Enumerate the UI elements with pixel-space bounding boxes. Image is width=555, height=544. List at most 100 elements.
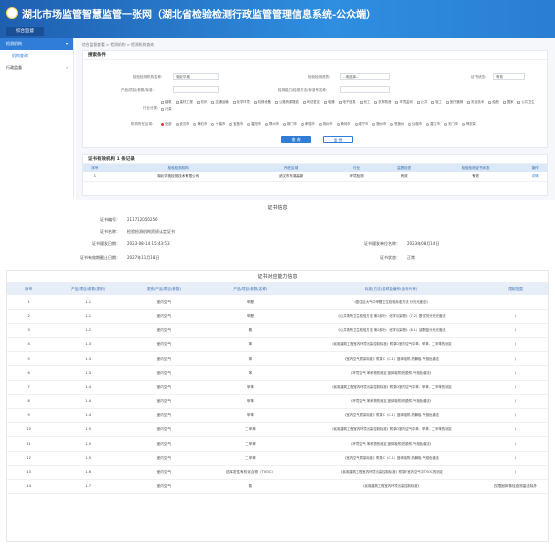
table-row[interactable]: 1 湖北华奥检测技术有限公司 武汉市东湖高新 环境检测 有效 有效 详情 xyxy=(83,172,547,182)
domain-option[interactable]: 纺织 xyxy=(196,100,207,104)
radio-icon[interactable] xyxy=(211,122,215,126)
checkbox-icon[interactable] xyxy=(502,100,506,104)
table-cell: / xyxy=(483,451,548,466)
domain-option-label: 公共 xyxy=(420,100,428,104)
domain-option[interactable]: 建材工程 xyxy=(175,100,193,104)
detail-link[interactable]: 详情 xyxy=(523,172,547,182)
checkbox-icon[interactable] xyxy=(196,100,200,104)
reset-button[interactable]: 重 置 xyxy=(323,136,353,143)
checkbox-icon[interactable] xyxy=(323,100,327,104)
area-radio-group[interactable]: 全部 武汉市 黄石市 十堰市 宜昌市 襄阳市 鄂州市 荆门市 孝感市 荆州市 黄冈市 咸宁市 随州市 恩施… xyxy=(161,121,480,126)
radio-icon[interactable] xyxy=(336,122,340,126)
radio-icon[interactable] xyxy=(390,122,394,126)
domain-option[interactable]: 司法鉴定 xyxy=(302,100,320,104)
area-option-label: 全部 xyxy=(165,122,172,126)
checkbox-icon[interactable] xyxy=(488,100,492,104)
radio-icon[interactable] xyxy=(318,122,322,126)
table-row: 3 1.2 室内空气氨《公共场所卫生检验方法 第2部分：化学污染物》（8.1）靛酚蓝… xyxy=(7,323,548,339)
domain-option[interactable]: 电子信息 xyxy=(338,100,356,104)
area-option[interactable]: 恩施州 xyxy=(390,122,404,126)
radio-icon[interactable] xyxy=(265,122,269,126)
table-row: 5 1.3 室内空气苯《室内空气质量标准》附录C（C.1）固体吸附-热解吸-气相色谱… xyxy=(7,351,548,367)
checkbox-icon[interactable] xyxy=(161,100,164,104)
checkbox-icon[interactable] xyxy=(338,100,342,104)
domain-option[interactable]: 国家 xyxy=(502,100,513,104)
checkbox-icon[interactable] xyxy=(302,100,306,104)
qualification-select[interactable]: --请选择-- xyxy=(340,73,390,80)
radio-icon[interactable] xyxy=(175,122,179,126)
domain-option[interactable]: 船舶 xyxy=(488,100,499,104)
area-option[interactable]: 荆门市 xyxy=(282,122,297,126)
radio-icon[interactable] xyxy=(247,122,251,126)
checkbox-icon[interactable] xyxy=(416,100,420,104)
domain-option[interactable]: 机械设备 xyxy=(253,100,271,104)
domain-option[interactable]: 轻工 xyxy=(431,100,442,104)
status-select[interactable]: 有效 xyxy=(493,73,525,80)
domain-option[interactable]: 建筑 xyxy=(161,100,172,104)
area-option[interactable]: 神农架 xyxy=(461,122,476,126)
radio-icon[interactable] xyxy=(229,122,233,126)
area-option[interactable]: 仙桃市 xyxy=(408,122,422,126)
domain-option[interactable]: 化工 xyxy=(359,100,370,104)
checkbox-icon[interactable] xyxy=(445,100,449,104)
domain-checkbox-group[interactable]: 建筑 建材工程 纺织 交通运输 化学环境 机械设备 公路桥梁隧道 司法鉴定 电器 电子信息 化工 农林… xyxy=(161,99,541,113)
radio-icon[interactable] xyxy=(408,122,412,126)
area-option[interactable]: 随州市 xyxy=(372,122,386,126)
domain-option[interactable]: 环境监测 xyxy=(395,100,413,104)
area-option[interactable]: 潜江市 xyxy=(426,122,440,126)
radio-icon[interactable] xyxy=(354,122,358,126)
checkbox-icon[interactable] xyxy=(211,100,215,104)
table-cell: 12 xyxy=(7,451,51,466)
checkbox-icon[interactable] xyxy=(232,100,236,104)
area-option[interactable]: 荆州市 xyxy=(318,122,333,126)
checkbox-icon[interactable] xyxy=(175,100,179,104)
checkbox-icon[interactable] xyxy=(517,100,521,104)
area-option[interactable]: 鄂州市 xyxy=(265,122,279,126)
radio-icon[interactable] xyxy=(443,122,447,126)
checkbox-icon[interactable] xyxy=(161,107,164,111)
domain-option[interactable]: 交通运输 xyxy=(211,100,229,104)
radio-icon[interactable] xyxy=(300,122,304,126)
domain-option[interactable]: 计量 xyxy=(161,107,172,111)
radio-icon[interactable] xyxy=(161,122,164,126)
product-label: 产品/项目/参数/标准： xyxy=(121,88,157,92)
checkbox-icon[interactable] xyxy=(253,100,257,104)
checkbox-icon[interactable] xyxy=(467,100,471,104)
area-option[interactable]: 黄石市 xyxy=(193,122,207,126)
sidebar-item-query[interactable]: 机构查询 xyxy=(0,50,73,62)
domain-option[interactable]: 公路桥梁隧道 xyxy=(274,100,299,104)
table-cell: 14 xyxy=(7,479,51,495)
domain-option[interactable]: 化学环境 xyxy=(232,100,250,104)
checkbox-icon[interactable] xyxy=(359,100,363,104)
area-option[interactable]: 黄冈市 xyxy=(336,122,351,126)
area-option[interactable]: 十堰市 xyxy=(211,122,225,126)
product-input[interactable] xyxy=(173,86,219,93)
area-option[interactable]: 襄阳市 xyxy=(247,122,261,126)
radio-icon[interactable] xyxy=(282,122,286,126)
domain-option[interactable]: 公共 xyxy=(416,100,428,104)
domain-option[interactable]: 医疗器械 xyxy=(445,100,463,104)
tab-supervision[interactable]: 综合监督 xyxy=(6,27,44,36)
area-option[interactable]: 天门市 xyxy=(443,122,458,126)
area-option[interactable]: 孝感市 xyxy=(300,122,315,126)
query-button[interactable]: 查 询 xyxy=(281,136,311,143)
table-cell: 1.6 xyxy=(50,465,126,480)
checkbox-icon[interactable] xyxy=(274,100,278,104)
checkbox-icon[interactable] xyxy=(374,100,378,104)
sidebar-item-institution[interactable]: 检测机构 ▾ xyxy=(0,38,73,50)
name-input[interactable]: 湖北华奥 xyxy=(173,73,219,80)
domain-option[interactable]: 安全技术 xyxy=(467,100,484,104)
checkbox-icon[interactable] xyxy=(431,100,435,104)
domain-option[interactable]: 农林牧渔 xyxy=(374,100,391,104)
area-option[interactable]: 咸宁市 xyxy=(354,122,368,126)
ability-input[interactable] xyxy=(340,86,390,93)
area-option[interactable]: 武汉市 xyxy=(175,122,189,126)
domain-option[interactable]: 公共卫生 xyxy=(517,100,535,104)
area-option[interactable]: 全部 xyxy=(161,122,172,126)
domain-option[interactable]: 电器 xyxy=(323,100,335,104)
radio-icon[interactable] xyxy=(461,122,465,126)
area-option[interactable]: 宜昌市 xyxy=(229,122,243,126)
radio-icon[interactable] xyxy=(426,122,430,126)
sidebar-item-admin[interactable]: 行政监督 › xyxy=(0,62,73,74)
radio-icon[interactable] xyxy=(372,122,376,126)
